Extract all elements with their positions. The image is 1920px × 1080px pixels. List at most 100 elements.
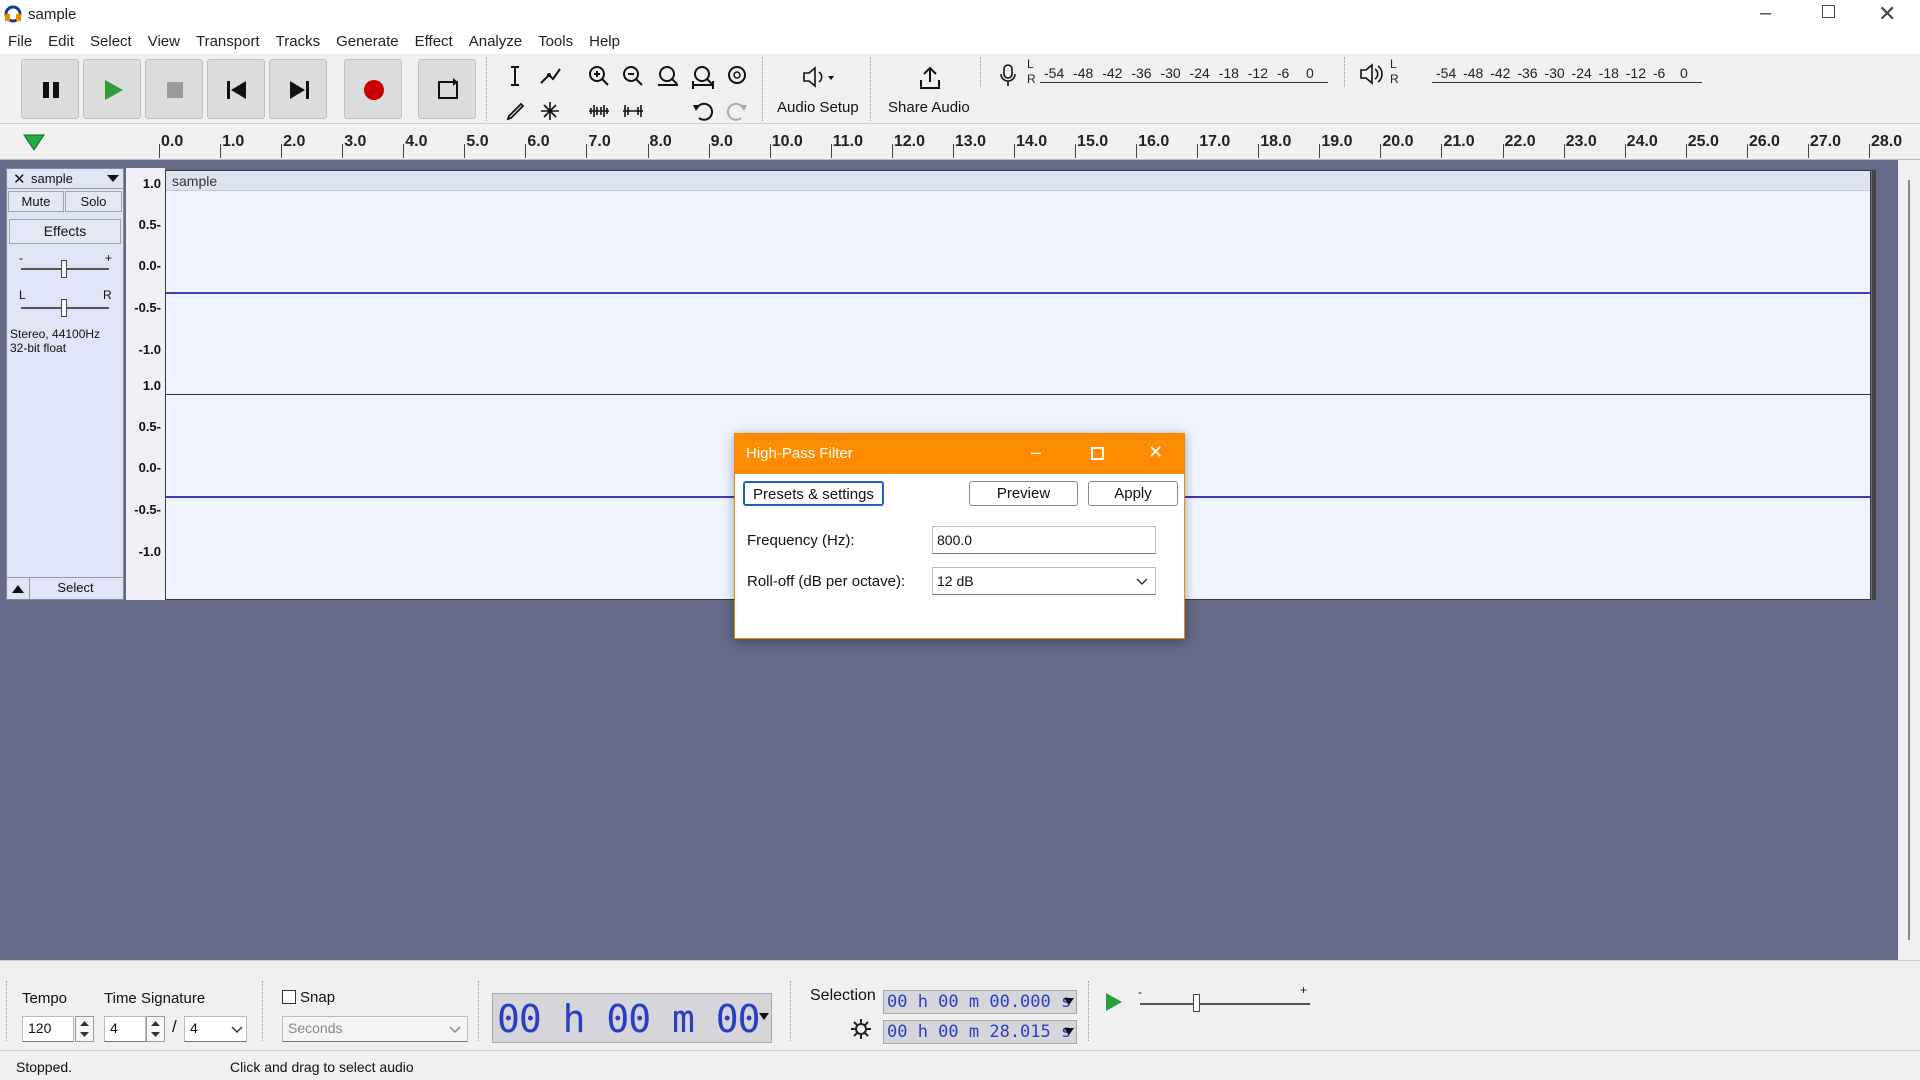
- track-close-icon[interactable]: ✕: [13, 170, 26, 188]
- silence-audio-icon[interactable]: [618, 96, 648, 126]
- vertical-amplitude-scale[interactable]: 1.0 0.5- 0.0- -0.5- -1.0 1.0 0.5- 0.0- -0.5- -1.0: [126, 168, 165, 600]
- select-track-button[interactable]: Select: [29, 578, 121, 599]
- audio-setup-button[interactable]: Audio Setup: [774, 60, 862, 122]
- play-button[interactable]: [83, 59, 141, 119]
- selection-end-chevron-icon[interactable]: [1064, 1028, 1074, 1036]
- zoom-toggle-icon[interactable]: [722, 61, 752, 91]
- presets-settings-button[interactable]: Presets & settings: [743, 481, 884, 506]
- preview-button[interactable]: Preview: [969, 481, 1078, 506]
- playback-speed-thumb[interactable]: [1193, 994, 1200, 1012]
- dialog-title-bar[interactable]: High-Pass Filter – ✕: [735, 434, 1184, 474]
- tempo-input[interactable]: 120: [22, 1016, 74, 1042]
- selection-start-display[interactable]: 00 h 00 m 00.000 s: [883, 990, 1077, 1014]
- solo-button[interactable]: Solo: [65, 191, 122, 212]
- time-signature-numerator[interactable]: 4: [104, 1016, 146, 1042]
- collapse-track-icon[interactable]: [12, 584, 24, 594]
- audacity-logo-icon: [4, 5, 22, 23]
- fit-project-icon[interactable]: [688, 61, 718, 91]
- meter-scale-label: -6: [1276, 65, 1290, 81]
- selection-tool-icon[interactable]: [500, 61, 530, 91]
- numerator-stepper[interactable]: [146, 1016, 165, 1042]
- snap-unit-select[interactable]: Seconds: [282, 1016, 468, 1042]
- multi-tool-icon[interactable]: [535, 96, 565, 126]
- ruler-tick-label: 3.0: [344, 133, 367, 150]
- tempo-stepper[interactable]: [75, 1016, 94, 1042]
- menu-tracks[interactable]: Tracks: [268, 28, 328, 50]
- menu-effect[interactable]: Effect: [407, 28, 461, 50]
- clip-name: sample: [172, 173, 218, 189]
- redo-icon[interactable]: [722, 96, 752, 126]
- skip-to-start-button[interactable]: [207, 59, 265, 119]
- minimize-icon[interactable]: –: [1760, 2, 1771, 25]
- time-format-chevron-icon[interactable]: [759, 1012, 769, 1022]
- microphone-icon[interactable]: [998, 62, 1018, 88]
- dialog-close-icon[interactable]: ✕: [1148, 442, 1163, 463]
- menu-generate[interactable]: Generate: [328, 28, 407, 50]
- zoom-out-icon[interactable]: [618, 61, 648, 91]
- mute-button[interactable]: Mute: [8, 191, 64, 212]
- selection-start-chevron-icon[interactable]: [1064, 998, 1074, 1006]
- share-audio-button[interactable]: Share Audio: [884, 60, 976, 122]
- stop-button[interactable]: [145, 59, 203, 119]
- menu-tools[interactable]: Tools: [530, 28, 581, 50]
- playback-speed-slider[interactable]: [1140, 1003, 1310, 1005]
- title-bar: sample – ✕: [0, 0, 1920, 28]
- pan-slider-thumb[interactable]: [61, 299, 67, 317]
- trim-audio-icon[interactable]: [584, 96, 614, 126]
- loop-button[interactable]: [418, 59, 476, 119]
- pan-right-label: R: [103, 288, 112, 302]
- menu-help[interactable]: Help: [581, 28, 628, 50]
- menu-transport[interactable]: Transport: [188, 28, 268, 50]
- timeline-ruler[interactable]: 0.0 1.0 2.0 3.0 4.0 5.0 6.0 7.0 8.0 9.0 10.0 11.0 12…: [0, 124, 1920, 160]
- rolloff-select[interactable]: 12 dB: [932, 567, 1156, 595]
- gain-slider-thumb[interactable]: [61, 260, 67, 278]
- record-meter[interactable]: -54 -48 -42 -36 -30 -24 -18 -12 -6 0: [1040, 58, 1328, 88]
- toolbar-separator: [980, 57, 988, 87]
- draw-tool-icon[interactable]: [500, 96, 530, 126]
- selection-start-value: 00 h 00 m 00.000 s: [887, 992, 1072, 1012]
- clip-header[interactable]: sample: [166, 171, 1870, 191]
- ruler-tick-mark: [1013, 144, 1015, 158]
- vertical-scrollbar-thumb[interactable]: [1908, 180, 1910, 940]
- status-bar: Stopped. Click and drag to select audio: [0, 1050, 1920, 1080]
- zoom-in-icon[interactable]: [584, 61, 614, 91]
- ruler-tick-mark: [464, 144, 466, 158]
- track-header: ✕ sample: [7, 169, 123, 189]
- frequency-input[interactable]: 800.0: [932, 526, 1156, 554]
- track-menu-chevron-icon[interactable]: [107, 175, 119, 183]
- gear-icon[interactable]: [850, 1018, 872, 1040]
- time-signature-denominator[interactable]: 4: [184, 1016, 247, 1042]
- dialog-minimize-icon[interactable]: –: [1031, 442, 1041, 463]
- menu-select[interactable]: Select: [82, 28, 140, 50]
- chevron-down-icon: [449, 1026, 461, 1034]
- skip-to-end-button[interactable]: [269, 59, 327, 119]
- track-control-panel[interactable]: ✕ sample Mute Solo Effects - + L R Stere…: [6, 168, 124, 600]
- ruler-tick-mark: [1868, 144, 1870, 158]
- pause-button[interactable]: [21, 59, 79, 119]
- timeline-options-icon[interactable]: [22, 132, 46, 152]
- menu-edit[interactable]: Edit: [40, 28, 82, 50]
- time-display[interactable]: 00 h 00 m 00 s: [492, 993, 772, 1080]
- record-button[interactable]: [344, 59, 402, 119]
- playback-meter[interactable]: -54 -48 -42 -36 -30 -24 -18 -12 -6 0: [1432, 58, 1702, 88]
- ruler-tick-label: 16.0: [1138, 133, 1170, 150]
- restore-icon[interactable]: [1822, 5, 1835, 18]
- menu-file[interactable]: File: [0, 28, 40, 50]
- effects-button[interactable]: Effects: [9, 219, 121, 244]
- toolbar-separator: [6, 981, 14, 1041]
- ruler-tick-label: 24.0: [1626, 133, 1658, 150]
- play-at-speed-icon[interactable]: [1104, 991, 1124, 1013]
- selection-end-display[interactable]: 00 h 00 m 28.015 s: [883, 1020, 1077, 1044]
- undo-icon[interactable]: [688, 96, 718, 126]
- dialog-maximize-icon[interactable]: [1091, 447, 1104, 460]
- vertical-scrollbar[interactable]: [1898, 160, 1920, 960]
- snap-checkbox[interactable]: [282, 990, 296, 1004]
- envelope-tool-icon[interactable]: [535, 61, 565, 91]
- apply-button[interactable]: Apply: [1088, 481, 1178, 506]
- close-window-icon[interactable]: ✕: [1878, 1, 1896, 27]
- menu-analyze[interactable]: Analyze: [461, 28, 530, 50]
- fit-selection-icon[interactable]: [653, 61, 683, 91]
- speaker-icon[interactable]: [1358, 62, 1384, 86]
- menu-view[interactable]: View: [140, 28, 188, 50]
- track-name[interactable]: sample: [31, 171, 73, 186]
